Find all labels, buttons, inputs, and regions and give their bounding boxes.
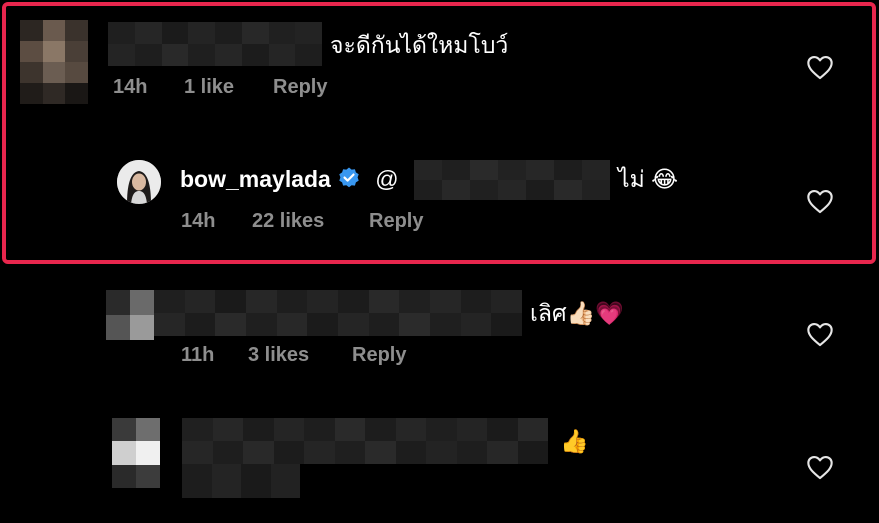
avatar-bow-maylada[interactable] — [117, 160, 161, 204]
comment-text: ไม่ 😂 — [618, 166, 678, 192]
reply-button[interactable]: Reply — [369, 210, 423, 233]
comment-text: เลิศ👍🏻💗 — [530, 300, 624, 326]
avatar-pixelated[interactable] — [112, 418, 160, 488]
reply-button[interactable]: Reply — [273, 76, 327, 99]
username[interactable]: bow_maylada — [180, 166, 331, 192]
reply-line: bow_maylada @ — [180, 164, 399, 194]
username-redacted[interactable] — [182, 418, 548, 464]
avatar-pixelated[interactable] — [20, 20, 88, 104]
comment-time: 11h — [181, 344, 215, 366]
verified-badge-icon — [339, 167, 359, 188]
comment-time: 14h — [113, 76, 148, 98]
heart-icon[interactable] — [806, 188, 834, 214]
mention-at[interactable]: @ — [375, 166, 398, 192]
profile-photo — [117, 160, 161, 204]
mention-redacted[interactable] — [414, 160, 610, 200]
heart-icon[interactable] — [806, 54, 834, 80]
comment-text: จะดีกันได้ใหมโบว์ — [330, 32, 509, 58]
username-redacted-line2 — [182, 464, 300, 498]
heart-icon[interactable] — [806, 454, 834, 480]
likes-count[interactable]: 22 likes — [252, 210, 324, 233]
username-redacted[interactable] — [108, 22, 322, 66]
comment-text: 👍 — [560, 428, 589, 454]
comment-time: 14h — [181, 210, 216, 232]
reply-button[interactable]: Reply — [352, 344, 406, 367]
username-redacted[interactable] — [154, 290, 522, 336]
avatar-pixelated[interactable] — [106, 290, 154, 340]
likes-count[interactable]: 1 like — [184, 76, 234, 99]
likes-count[interactable]: 3 likes — [248, 344, 309, 367]
heart-icon[interactable] — [806, 321, 834, 347]
